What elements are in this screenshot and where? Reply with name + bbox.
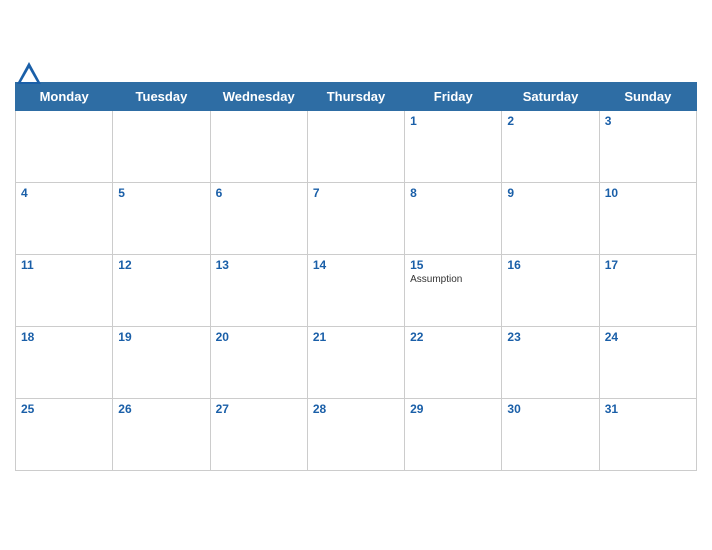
day-number: 25 <box>21 402 107 416</box>
calendar-cell: 15 Assumption <box>405 255 502 327</box>
day-number: 21 <box>313 330 399 344</box>
day-number: 26 <box>118 402 204 416</box>
weekday-header-tuesday: Tuesday <box>113 83 210 111</box>
day-number: 15 <box>410 258 496 272</box>
calendar-cell: 12 <box>113 255 210 327</box>
weekday-header-friday: Friday <box>405 83 502 111</box>
calendar-cell <box>307 111 404 183</box>
calendar-cell: 10 <box>599 183 696 255</box>
calendar-cell <box>16 111 113 183</box>
calendar-cell: 23 <box>502 327 599 399</box>
calendar-table: MondayTuesdayWednesdayThursdayFridaySatu… <box>15 82 697 471</box>
logo-icon <box>15 60 43 88</box>
calendar-cell: 9 <box>502 183 599 255</box>
calendar-cell: 8 <box>405 183 502 255</box>
weekday-header-wednesday: Wednesday <box>210 83 307 111</box>
calendar-cell: 11 <box>16 255 113 327</box>
weekday-header-row: MondayTuesdayWednesdayThursdayFridaySatu… <box>16 83 697 111</box>
calendar-cell: 1 <box>405 111 502 183</box>
day-number: 31 <box>605 402 691 416</box>
calendar-cell: 30 <box>502 399 599 471</box>
day-number: 12 <box>118 258 204 272</box>
calendar-cell: 4 <box>16 183 113 255</box>
calendar-cell <box>113 111 210 183</box>
day-number: 17 <box>605 258 691 272</box>
day-number: 18 <box>21 330 107 344</box>
calendar-cell: 28 <box>307 399 404 471</box>
week-row-4: 18 19 20 21 22 23 24 <box>16 327 697 399</box>
day-event: Assumption <box>410 274 496 285</box>
week-row-1: 123 <box>16 111 697 183</box>
day-number: 19 <box>118 330 204 344</box>
calendar-cell: 17 <box>599 255 696 327</box>
day-number: 3 <box>605 114 691 128</box>
day-number: 14 <box>313 258 399 272</box>
calendar-cell: 3 <box>599 111 696 183</box>
day-number: 6 <box>216 186 302 200</box>
week-row-2: 456789 10 <box>16 183 697 255</box>
calendar-cell: 2 <box>502 111 599 183</box>
weekday-header-saturday: Saturday <box>502 83 599 111</box>
day-number: 13 <box>216 258 302 272</box>
day-number: 24 <box>605 330 691 344</box>
day-number: 28 <box>313 402 399 416</box>
calendar-cell: 16 <box>502 255 599 327</box>
calendar-cell: 18 <box>16 327 113 399</box>
calendar-cell: 14 <box>307 255 404 327</box>
week-row-5: 25 26 27 28 29 30 31 <box>16 399 697 471</box>
day-number: 22 <box>410 330 496 344</box>
day-number: 4 <box>21 186 107 200</box>
day-number: 2 <box>507 114 593 128</box>
calendar-cell: 19 <box>113 327 210 399</box>
calendar-cell: 22 <box>405 327 502 399</box>
calendar-container: MondayTuesdayWednesdayThursdayFridaySatu… <box>0 64 712 486</box>
calendar-cell: 27 <box>210 399 307 471</box>
calendar-cell: 20 <box>210 327 307 399</box>
day-number: 23 <box>507 330 593 344</box>
calendar-cell: 7 <box>307 183 404 255</box>
calendar-cell: 31 <box>599 399 696 471</box>
calendar-cell: 25 <box>16 399 113 471</box>
calendar-cell: 26 <box>113 399 210 471</box>
day-number: 30 <box>507 402 593 416</box>
weekday-header-thursday: Thursday <box>307 83 404 111</box>
logo <box>15 60 46 88</box>
calendar-cell <box>210 111 307 183</box>
calendar-cell: 5 <box>113 183 210 255</box>
day-number: 7 <box>313 186 399 200</box>
day-number: 5 <box>118 186 204 200</box>
day-number: 10 <box>605 186 691 200</box>
day-number: 8 <box>410 186 496 200</box>
day-number: 16 <box>507 258 593 272</box>
weekday-header-sunday: Sunday <box>599 83 696 111</box>
calendar-cell: 24 <box>599 327 696 399</box>
day-number: 9 <box>507 186 593 200</box>
calendar-cell: 21 <box>307 327 404 399</box>
week-row-3: 11 12 13 14 15 Assumption 16 17 <box>16 255 697 327</box>
day-number: 11 <box>21 258 107 272</box>
calendar-cell: 13 <box>210 255 307 327</box>
day-number: 27 <box>216 402 302 416</box>
calendar-cell: 29 <box>405 399 502 471</box>
day-number: 20 <box>216 330 302 344</box>
day-number: 29 <box>410 402 496 416</box>
day-number: 1 <box>410 114 496 128</box>
calendar-cell: 6 <box>210 183 307 255</box>
